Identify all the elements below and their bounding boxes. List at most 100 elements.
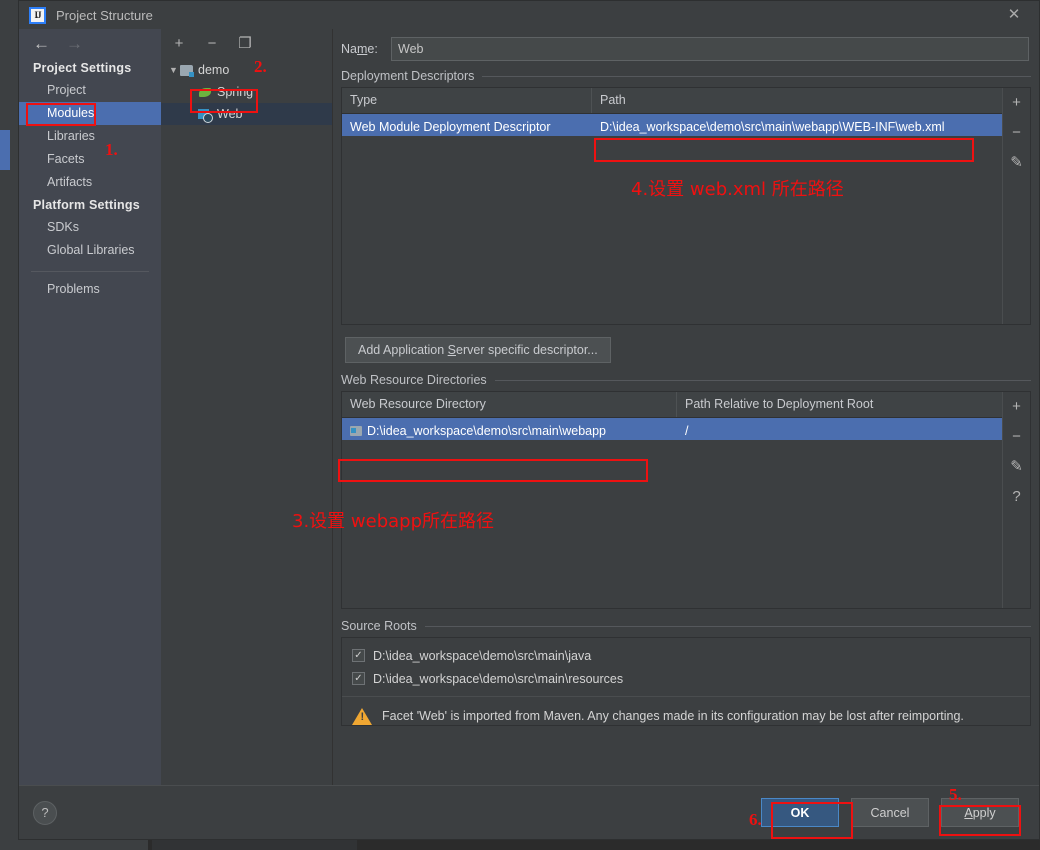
web-resource-table: Web Resource Directory Path Relative to … xyxy=(342,392,1002,608)
sidebar-item-project[interactable]: Project xyxy=(19,79,161,102)
remove-web-resource-button[interactable]: − xyxy=(1008,428,1026,446)
tree-node-label: Web xyxy=(217,107,243,121)
column-header-path[interactable]: Path xyxy=(592,88,1002,113)
source-root-checkbox[interactable]: ✓ xyxy=(352,649,365,662)
sidebar-item-artifacts[interactable]: Artifacts xyxy=(19,171,161,194)
sidebar-item-modules[interactable]: Modules xyxy=(19,102,161,125)
source-root-row[interactable]: ✓ D:\idea_workspace\demo\src\main\resour… xyxy=(342,667,1030,690)
remove-descriptor-button[interactable]: − xyxy=(1008,124,1026,142)
name-label-post: e: xyxy=(367,42,378,56)
annotation-marker-1: 1. xyxy=(105,140,118,159)
btn-label-post: erver specific descriptor... xyxy=(456,343,598,357)
web-resource-directories-title: Web Resource Directories xyxy=(341,373,487,387)
table-body: Web Module Deployment Descriptor D:\idea… xyxy=(342,114,1002,136)
deployment-descriptors-table-wrap: Type Path Web Module Deployment Descript… xyxy=(341,87,1031,325)
copy-module-button[interactable]: ❐ xyxy=(237,36,253,52)
settings-sidebar: ← → Project Settings Project Modules Lib… xyxy=(19,29,161,785)
add-module-button[interactable]: + xyxy=(171,36,187,52)
source-root-checkbox[interactable]: ✓ xyxy=(352,672,365,685)
dialog-footer: ? OK Cancel Apply xyxy=(19,785,1039,839)
annotation-marker-6: 6. xyxy=(749,810,762,829)
close-icon[interactable]: ✕ xyxy=(999,4,1029,26)
sidebar-item-sdks[interactable]: SDKs xyxy=(19,216,161,239)
annotation-text-3: 3.设置 webapp所在路径 xyxy=(292,511,494,532)
source-root-label: D:\idea_workspace\demo\src\main\resource… xyxy=(373,671,624,686)
cell-descriptor-path: D:\idea_workspace\demo\src\main\webapp\W… xyxy=(600,119,945,134)
facet-name-label: Name: xyxy=(341,42,391,56)
add-web-resource-button[interactable]: + xyxy=(1008,398,1026,416)
dialog-body: ← → Project Settings Project Modules Lib… xyxy=(19,29,1039,785)
tree-node-web[interactable]: Web xyxy=(161,103,332,125)
edit-web-resource-button[interactable]: ✎ xyxy=(1008,458,1026,476)
sidebar-group-platform-settings: Platform Settings xyxy=(33,198,140,212)
web-resource-directories-header: Web Resource Directories xyxy=(341,373,1031,387)
deployment-descriptors-header: Deployment Descriptors xyxy=(341,69,1031,83)
sidebar-group-project-settings: Project Settings xyxy=(33,61,132,75)
intellij-logo-icon: IJ xyxy=(29,6,46,24)
tree-node-demo[interactable]: ▼ demo xyxy=(161,59,332,81)
ide-left-accent-bar xyxy=(0,130,10,170)
facet-settings-panel: Name: Deployment Descriptors Type Path xyxy=(333,29,1039,785)
deployment-descriptors-table: Type Path Web Module Deployment Descript… xyxy=(342,88,1002,324)
column-header-type[interactable]: Type xyxy=(342,88,592,113)
sidebar-item-problems[interactable]: Problems xyxy=(19,278,161,301)
chevron-down-icon[interactable]: ▼ xyxy=(167,65,180,75)
table-header-row: Web Resource Directory Path Relative to … xyxy=(342,392,1002,418)
btn-label-mnemonic: S xyxy=(447,343,456,357)
source-root-label: D:\idea_workspace\demo\src\main\java xyxy=(373,648,592,663)
module-tree-panel: + − ❐ ▼ demo Spring Web xyxy=(161,29,333,785)
annotation-text-4: 4.设置 web.xml 所在路径 xyxy=(631,179,844,200)
section-rule xyxy=(482,75,1031,77)
name-label-mnemonic: m xyxy=(356,42,368,56)
source-roots-section: Source Roots ✓ D:\idea_workspace\demo\sr… xyxy=(333,609,1039,726)
forward-arrow-icon[interactable]: → xyxy=(66,35,83,52)
help-icon[interactable]: ? xyxy=(33,800,57,825)
module-tree-toolbar: + − ❐ xyxy=(161,29,332,55)
section-rule xyxy=(494,379,1031,381)
module-tree-list: ▼ demo Spring Web xyxy=(161,55,332,785)
name-label-pre: Na xyxy=(341,42,357,56)
column-header-path-relative[interactable]: Path Relative to Deployment Root xyxy=(677,392,1002,417)
help-web-resource-button[interactable]: ? xyxy=(1008,488,1026,506)
maven-import-warning: Facet 'Web' is imported from Maven. Any … xyxy=(342,696,1030,725)
dialog-titlebar: IJ Project Structure ✕ xyxy=(19,1,1039,29)
folder-icon xyxy=(350,425,362,436)
back-arrow-icon[interactable]: ← xyxy=(33,35,50,52)
section-rule xyxy=(424,625,1031,627)
source-roots-list: ✓ D:\idea_workspace\demo\src\main\java ✓… xyxy=(341,637,1031,726)
facet-name-row: Name: xyxy=(333,29,1039,61)
warning-triangle-icon xyxy=(352,707,372,725)
table-row[interactable]: Web Module Deployment Descriptor D:\idea… xyxy=(342,114,1002,136)
tree-node-spring[interactable]: Spring xyxy=(161,81,332,103)
sidebar-item-global-libraries[interactable]: Global Libraries xyxy=(19,239,161,262)
ide-left-toolbar-strip xyxy=(0,0,18,850)
folder-module-icon xyxy=(180,64,194,77)
source-root-row[interactable]: ✓ D:\idea_workspace\demo\src\main\java xyxy=(342,644,1030,667)
ok-button[interactable]: OK xyxy=(761,798,839,827)
cancel-button[interactable]: Cancel xyxy=(851,798,929,827)
dialog-title: Project Structure xyxy=(56,7,153,23)
table-header-row: Type Path xyxy=(342,88,1002,114)
table-row[interactable]: D:\idea_workspace\demo\src\main\webapp / xyxy=(342,418,1002,440)
cell-path-relative: / xyxy=(685,423,689,438)
cell-text: D:\idea_workspace\demo\src\main\webapp xyxy=(367,423,607,438)
sidebar-item-facets[interactable]: Facets xyxy=(19,148,161,171)
add-application-server-descriptor-button[interactable]: Add Application Server specific descript… xyxy=(345,337,611,363)
add-descriptor-button-row: Add Application Server specific descript… xyxy=(341,325,1031,363)
web-facet-icon xyxy=(198,108,213,123)
tree-node-label: Spring xyxy=(217,85,254,99)
annotation-marker-5: 5. xyxy=(949,785,962,804)
column-header-web-resource-directory[interactable]: Web Resource Directory xyxy=(342,392,677,417)
edit-descriptor-button[interactable]: ✎ xyxy=(1008,154,1026,172)
remove-module-button[interactable]: − xyxy=(204,36,220,52)
source-roots-header: Source Roots xyxy=(341,619,1031,633)
web-resource-tools: + − ✎ ? xyxy=(1002,392,1030,608)
annotation-marker-2: 2. xyxy=(254,57,267,76)
apply-label-mnemonic: A xyxy=(964,805,973,820)
add-descriptor-button[interactable]: + xyxy=(1008,94,1026,112)
facet-name-input[interactable] xyxy=(391,37,1029,61)
source-roots-title: Source Roots xyxy=(341,619,417,633)
sidebar-item-libraries[interactable]: Libraries xyxy=(19,125,161,148)
warning-text: Facet 'Web' is imported from Maven. Any … xyxy=(382,709,964,723)
btn-label-pre: Add Application xyxy=(358,343,448,357)
